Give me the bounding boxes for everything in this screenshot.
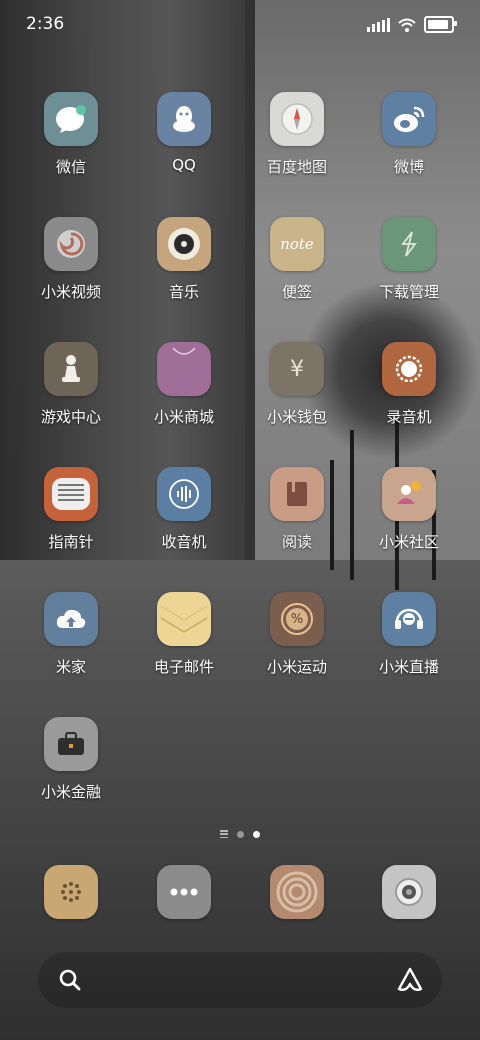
- app-qq[interactable]: QQ: [129, 92, 239, 174]
- page-dot-active: [253, 830, 260, 838]
- app-mi-finance[interactable]: 小米金融: [16, 717, 126, 802]
- compass-map-icon: [270, 92, 324, 146]
- penguin-icon: [157, 92, 211, 146]
- page-dot: [237, 830, 244, 838]
- app-label: 电子邮件: [153, 658, 214, 676]
- community-icon: [382, 467, 436, 521]
- app-game-center[interactable]: 游戏中心: [16, 342, 126, 427]
- radio-wave-icon: [157, 467, 211, 521]
- compass-icon: [44, 467, 98, 521]
- note-icon: note: [270, 217, 324, 271]
- menu-lines-icon: [220, 830, 228, 838]
- briefcase-icon: [44, 717, 98, 771]
- app-label: 小米钱包: [266, 408, 327, 426]
- weibo-icon: [382, 92, 436, 146]
- sport-gauge-icon: %: [270, 592, 324, 646]
- more-dots-icon: [157, 865, 211, 919]
- dock-app-camera[interactable]: [354, 865, 464, 919]
- book-icon: [270, 467, 324, 521]
- app-label: 录音机: [386, 408, 432, 426]
- app-label: 游戏中心: [40, 408, 101, 426]
- app-label: 小米直播: [378, 658, 439, 676]
- status-bar: 2:36: [0, 0, 480, 50]
- shopping-bag-icon: [157, 342, 211, 396]
- app-label: 便签: [281, 283, 312, 301]
- app-label: 小米商城: [153, 408, 214, 426]
- app-mi-sport[interactable]: % 小米运动: [242, 592, 352, 677]
- download-icon: [382, 217, 436, 271]
- app-label: 小米运动: [266, 658, 327, 676]
- yen-symbol: ¥: [290, 356, 304, 382]
- app-label: 微博: [393, 158, 424, 176]
- record-icon: [382, 342, 436, 396]
- video-swirl-icon: [44, 217, 98, 271]
- percent-symbol: %: [290, 611, 304, 627]
- app-downloads[interactable]: 下载管理: [354, 217, 464, 302]
- app-notes[interactable]: note 便签: [242, 217, 352, 302]
- chess-pawn-icon: [44, 342, 98, 396]
- app-mi-video[interactable]: 小米视频: [16, 217, 126, 302]
- app-weibo[interactable]: 微博: [354, 92, 464, 177]
- app-label: 收音机: [161, 533, 207, 551]
- app-label: 小米视频: [40, 283, 101, 301]
- dock-app-phone[interactable]: [16, 865, 126, 919]
- app-label: 指南针: [48, 533, 94, 551]
- headset-icon: [382, 592, 436, 646]
- app-label: 下载管理: [378, 283, 439, 301]
- app-mi-community[interactable]: 小米社区: [354, 467, 464, 552]
- app-label: 阅读: [281, 533, 312, 551]
- app-compass[interactable]: 指南针: [16, 467, 126, 552]
- wifi-icon: [398, 18, 416, 32]
- app-mijia[interactable]: 米家: [16, 592, 126, 677]
- camera-icon: [382, 865, 436, 919]
- app-reader[interactable]: 阅读: [242, 467, 352, 552]
- app-mi-wallet[interactable]: ¥ 小米钱包: [242, 342, 352, 427]
- app-email[interactable]: 电子邮件: [129, 592, 239, 677]
- app-mi-live[interactable]: 小米直播: [354, 592, 464, 677]
- app-label: 小米社区: [378, 533, 439, 551]
- dialpad-icon: [44, 865, 98, 919]
- envelope-icon: [157, 592, 211, 646]
- page-indicator[interactable]: [0, 830, 480, 838]
- search-icon[interactable]: [54, 964, 86, 996]
- app-wechat[interactable]: 微信: [16, 92, 126, 177]
- cloud-upload-icon: [44, 592, 98, 646]
- wallet-yen-icon: ¥: [270, 342, 324, 396]
- app-recorder[interactable]: 录音机: [354, 342, 464, 427]
- dock-app-browser[interactable]: [242, 865, 352, 919]
- assistant-icon[interactable]: [394, 964, 426, 996]
- clock: 2:36: [26, 14, 65, 34]
- rings-icon: [270, 865, 324, 919]
- app-music[interactable]: 音乐: [129, 217, 239, 302]
- app-label: 微信: [55, 158, 86, 176]
- app-mi-store[interactable]: 小米商城: [129, 342, 239, 427]
- app-label: 音乐: [168, 283, 199, 301]
- bottom-search-bar: [38, 952, 442, 1008]
- dock-app-messages[interactable]: [129, 865, 239, 919]
- wechat-icon: [44, 92, 98, 146]
- app-baidu-maps[interactable]: 百度地图: [242, 92, 352, 177]
- app-radio[interactable]: 收音机: [129, 467, 239, 552]
- battery-icon: [424, 16, 457, 33]
- note-text: note: [280, 235, 314, 253]
- signal-icon: [367, 17, 390, 32]
- vinyl-icon: [157, 217, 211, 271]
- app-label: 米家: [55, 658, 86, 676]
- app-label: QQ: [172, 156, 196, 174]
- app-label: 小米金融: [40, 783, 101, 801]
- app-label: 百度地图: [266, 158, 327, 176]
